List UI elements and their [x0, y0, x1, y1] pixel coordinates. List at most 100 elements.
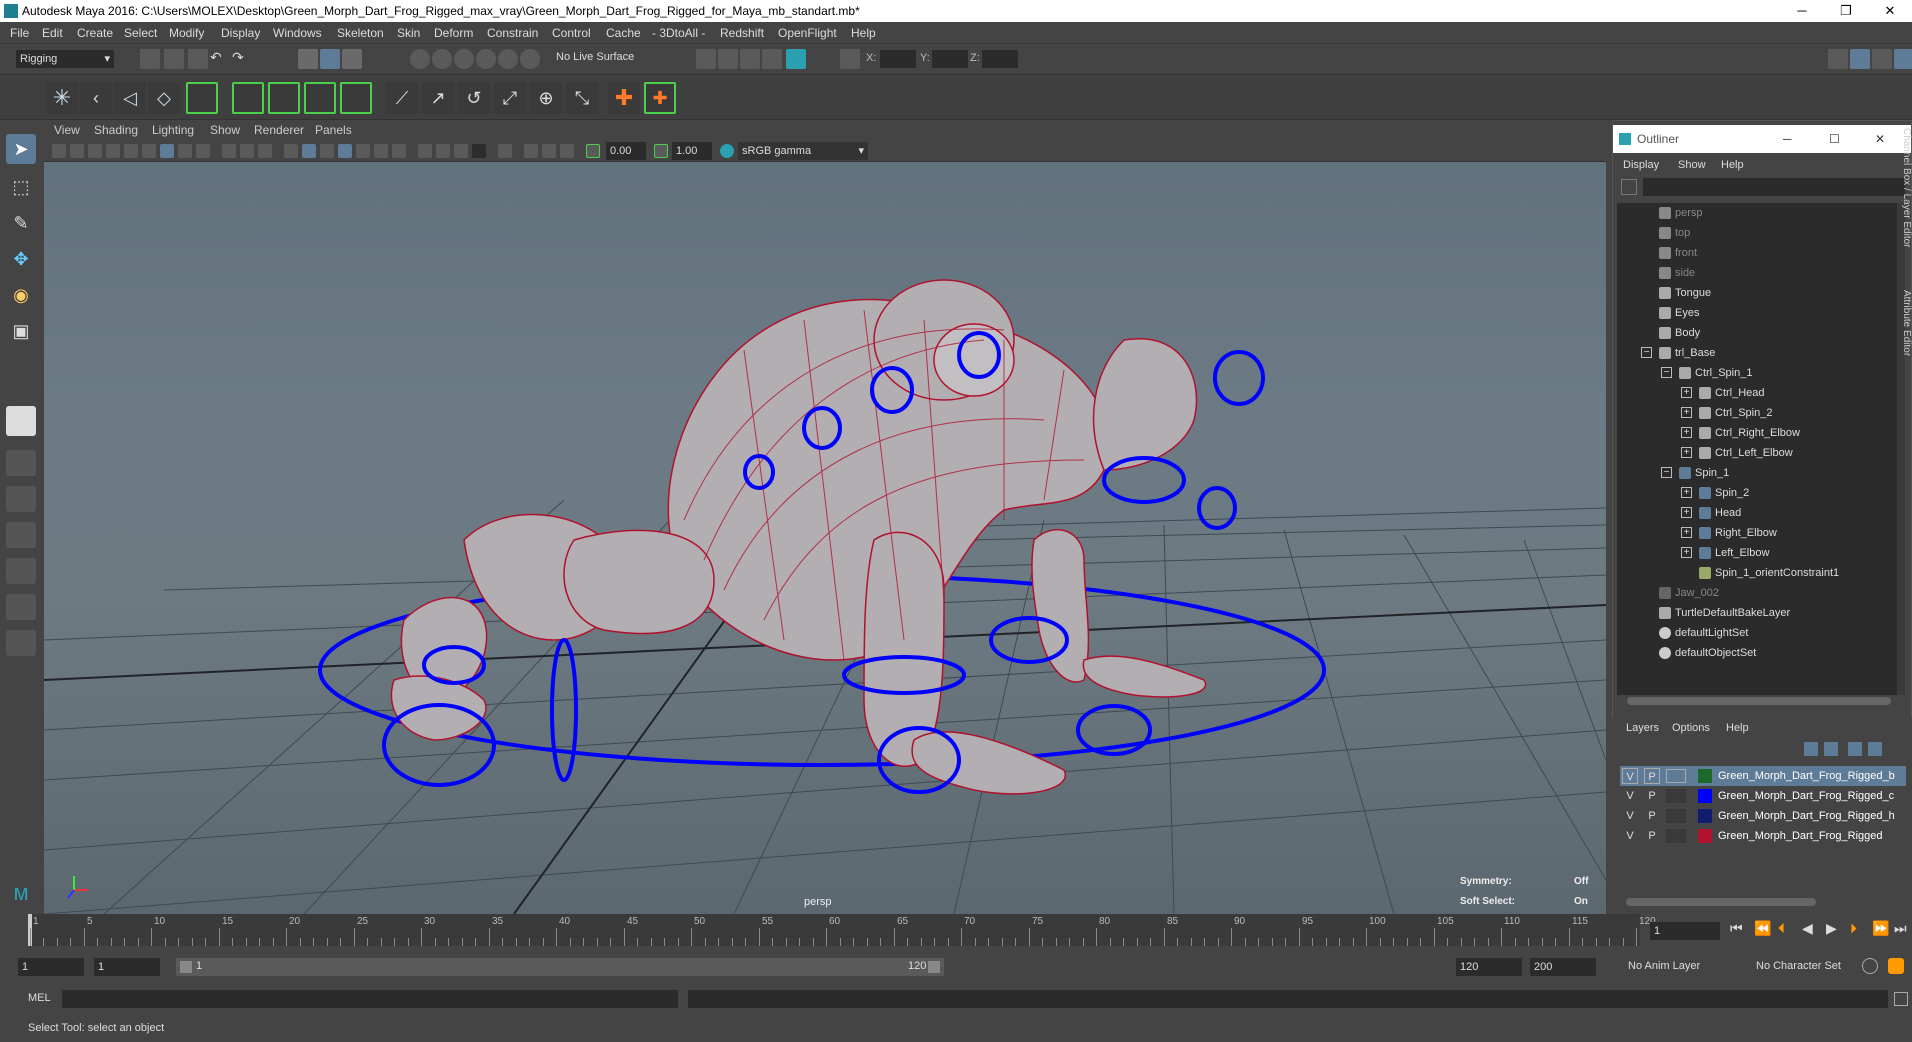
layers-menu-help[interactable]: Help — [1726, 722, 1749, 734]
layer-row[interactable]: V P Green_Morph_Dart_Frog_Rigged_h — [1620, 806, 1906, 826]
select-object-icon[interactable] — [320, 49, 340, 69]
film-gate-icon[interactable] — [178, 144, 192, 158]
outliner-item-persp[interactable]: persp — [1617, 203, 1887, 223]
menu-select[interactable]: Select — [124, 26, 157, 40]
layer-type-toggle[interactable] — [1666, 809, 1686, 823]
render-view-icon[interactable] — [786, 49, 806, 69]
ik-handle-icon[interactable]: ◁ — [114, 82, 146, 114]
color-management-icon[interactable] — [720, 144, 734, 158]
animation-preferences-icon[interactable] — [1888, 958, 1904, 974]
open-scene-icon[interactable] — [164, 49, 184, 69]
lasso-tool-icon[interactable]: ⬚ — [6, 172, 36, 202]
xray-icon[interactable] — [356, 144, 370, 158]
time-slider[interactable]: 1 5 10 15 20 25 30 35 40 45 50 55 60 65 70 75 80 85 90 95 10… — [0, 914, 1912, 950]
vp-menu-renderer[interactable]: Renderer — [254, 123, 304, 137]
snap-vertex-icon[interactable] — [520, 49, 540, 69]
z-field[interactable] — [982, 50, 1018, 68]
orient-constraint-icon[interactable]: ↺ — [458, 82, 490, 114]
play-backwards-icon[interactable]: ◀ — [1802, 920, 1813, 937]
motion-blur-icon[interactable] — [472, 144, 486, 158]
paint-weights-icon[interactable] — [268, 82, 300, 114]
layer-visibility-toggle[interactable]: V — [1622, 828, 1638, 844]
insert-joint-icon[interactable]: ‹ — [80, 82, 112, 114]
aim-constraint-icon[interactable]: ↗ — [422, 82, 454, 114]
menuset-dropdown[interactable]: Rigging ▾ — [16, 50, 114, 68]
character-set-dropdown[interactable]: No Character Set — [1756, 960, 1841, 972]
render-settings-icon[interactable] — [740, 49, 760, 69]
cluster-icon[interactable] — [340, 82, 372, 114]
menu-windows[interactable]: Windows — [273, 26, 322, 40]
locator-icon[interactable]: ✚ — [608, 82, 640, 114]
layer-type-toggle[interactable] — [1666, 789, 1686, 803]
outliner-item-head[interactable]: + Head — [1617, 503, 1887, 523]
single-perspective-layout-icon[interactable] — [6, 406, 36, 436]
menu-file[interactable]: File — [10, 26, 29, 40]
restore-button[interactable]: ❐ — [1824, 0, 1868, 22]
vp-menu-panels[interactable]: Panels — [315, 123, 352, 137]
smooth-shade-icon[interactable] — [302, 144, 316, 158]
channel-box-toggle-icon[interactable] — [1894, 49, 1912, 69]
outliner-item-ctrl-spin-1[interactable]: − Ctrl_Spin_1 — [1617, 363, 1887, 383]
x-field[interactable] — [880, 50, 916, 68]
transform-mode-icon[interactable] — [840, 49, 860, 69]
step-back-frame-icon[interactable]: ⏴ — [1778, 920, 1785, 937]
playback-end-field[interactable]: 120 — [1456, 958, 1522, 976]
outliner-item-body[interactable]: Body — [1617, 323, 1887, 343]
wireframe-icon[interactable] — [284, 144, 298, 158]
layer-playback-toggle[interactable]: P — [1644, 828, 1660, 844]
select-component-icon[interactable] — [342, 49, 362, 69]
perspective-viewport[interactable]: persp Symmetry: Off Soft Select: On — [44, 120, 1606, 914]
gamma-field[interactable]: 1.00 — [672, 142, 712, 160]
wireframe-on-shaded-icon[interactable] — [338, 144, 352, 158]
vp-menu-shading[interactable]: Shading — [94, 123, 138, 137]
playback-start-field[interactable]: 1 — [94, 958, 160, 976]
anti-aliasing-icon[interactable] — [524, 144, 538, 158]
hud-toggle-icon[interactable] — [560, 144, 574, 158]
range-end-handle[interactable] — [928, 961, 940, 973]
step-forward-key-icon[interactable]: ⏩ — [1872, 920, 1889, 937]
layer-row[interactable]: V P Green_Morph_Dart_Frog_Rigged — [1620, 826, 1906, 846]
snap-point-icon[interactable] — [454, 49, 474, 69]
snap-surface-icon[interactable] — [498, 49, 518, 69]
pole-vector-icon[interactable]: ⤡ — [566, 82, 598, 114]
menu-constrain[interactable]: Constrain — [487, 26, 538, 40]
layer-color-swatch[interactable] — [1698, 829, 1712, 843]
expand-icon[interactable]: + — [1681, 527, 1692, 538]
expand-icon[interactable]: + — [1681, 487, 1692, 498]
field-chart-icon[interactable] — [240, 144, 254, 158]
layer-color-swatch[interactable] — [1698, 769, 1712, 783]
outliner-item-turtle-bake-layer[interactable]: TurtleDefaultBakeLayer — [1617, 603, 1887, 623]
jaw-control[interactable] — [1197, 486, 1237, 530]
go-to-start-icon[interactable]: ⏮ — [1730, 920, 1743, 937]
outliner-item-spin-1[interactable]: − Spin_1 — [1617, 463, 1887, 483]
step-forward-frame-icon[interactable]: ⏵ — [1850, 920, 1857, 937]
exposure-icon[interactable] — [586, 144, 600, 158]
menu-openflight[interactable]: OpenFlight — [778, 26, 837, 40]
outliner-search-input[interactable] — [1643, 178, 1905, 196]
rotate-tool-icon[interactable]: ◉ — [6, 280, 36, 310]
collapse-icon[interactable]: − — [1661, 367, 1672, 378]
hip-control[interactable] — [550, 638, 578, 782]
scale-tool-icon[interactable]: ▣ — [6, 316, 36, 346]
attribute-editor-toggle-icon[interactable] — [1850, 49, 1870, 69]
channel-box-tab[interactable]: Channel Box / Layer Editor — [1900, 128, 1912, 278]
vp-menu-view[interactable]: View — [54, 123, 80, 137]
layers-menu-layers[interactable]: Layers — [1626, 722, 1659, 734]
lattice-icon[interactable] — [304, 82, 336, 114]
layers-menu-options[interactable]: Options — [1672, 722, 1710, 734]
menu-create[interactable]: Create — [77, 26, 113, 40]
y-field[interactable] — [932, 50, 968, 68]
move-layer-down-icon[interactable] — [1824, 742, 1838, 756]
outliner-item-spin-1-orient-constraint[interactable]: Spin_1_orientConstraint1 — [1617, 563, 1887, 583]
default-material-icon[interactable] — [320, 144, 334, 158]
grease-pencil-icon[interactable] — [142, 144, 156, 158]
outliner-item-right-elbow[interactable]: + Right_Elbow — [1617, 523, 1887, 543]
range-start-handle[interactable] — [180, 961, 192, 973]
undo-icon[interactable]: ↶ — [210, 49, 230, 69]
expand-icon[interactable]: + — [1681, 547, 1692, 558]
command-input[interactable] — [62, 990, 678, 1008]
layout-options-icon[interactable] — [6, 630, 36, 656]
snap-view-icon[interactable] — [476, 49, 496, 69]
collapse-icon[interactable]: − — [1661, 467, 1672, 478]
outliner-minimize-button[interactable]: ─ — [1783, 125, 1792, 153]
